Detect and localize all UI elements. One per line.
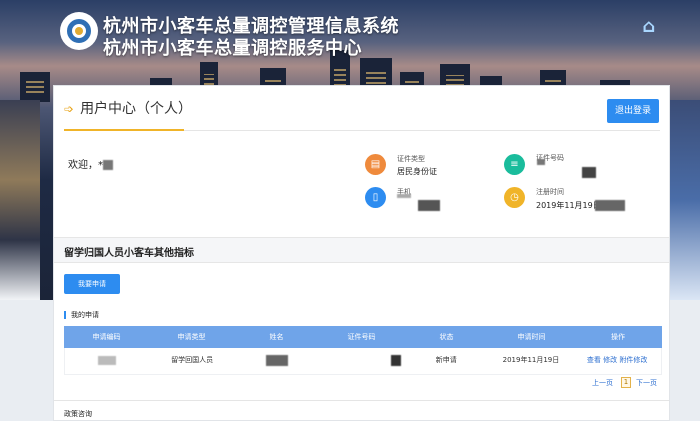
id-card-icon: ▤: [365, 154, 386, 175]
masked-id-number-part2: [582, 167, 596, 178]
masked-id-number-part1: [537, 159, 545, 165]
my-applications-label: 我的申请: [64, 311, 99, 319]
left-scenery-image: [0, 100, 40, 300]
masked-name: [103, 160, 113, 170]
masked-app-code: [98, 355, 117, 365]
view-link[interactable]: 查看: [587, 356, 601, 364]
user-center-heading: ➩ 用户中心（个人）: [64, 98, 192, 118]
masked-phone-part2: [418, 200, 440, 211]
col-app-code: 申请编码: [92, 333, 121, 341]
cell-app-time: 2019年11月19日: [502, 356, 560, 364]
col-id-number: 证件号码: [347, 333, 376, 341]
col-app-type: 申请类型: [177, 333, 206, 341]
city-emblem-icon: ⌂: [642, 16, 656, 37]
apply-button[interactable]: 我要申请: [64, 274, 120, 294]
policy-consult-heading: 政策咨询: [64, 410, 92, 418]
edit-link[interactable]: 修改: [603, 356, 617, 364]
masked-id-cell: [390, 354, 401, 366]
col-name: 姓名: [269, 333, 284, 341]
cell-actions: 查看 修改 附件修改: [573, 348, 661, 374]
masked-name-cell: [265, 354, 288, 366]
current-page[interactable]: 1: [621, 377, 631, 388]
cell-app-code: [65, 348, 150, 374]
id-type-value: 居民身份证: [397, 167, 437, 176]
table-row: 留学回国人员 新申请 2019年11月19日 查看 修改 附件修改: [64, 348, 662, 375]
section-header: 留学归国人员小客车其他指标: [54, 237, 669, 263]
section-title: 留学归国人员小客车其他指标: [64, 248, 194, 259]
attachment-edit-link[interactable]: 附件修改: [619, 356, 647, 364]
col-actions: 操作: [611, 333, 625, 341]
welcome-text: 欢迎，*: [68, 156, 113, 171]
masked-reg-time: [595, 200, 625, 211]
phone-icon: ▯: [365, 187, 386, 208]
user-center-title: 用户中心（个人）: [80, 101, 193, 117]
cell-id-number: [319, 348, 404, 374]
cell-status: 新申请: [435, 356, 457, 364]
id-number-icon: ≡: [504, 154, 525, 175]
cell-app-type: 留学回国人员: [171, 356, 214, 364]
system-subtitle: 杭州市小客车总量调控服务中心: [103, 38, 362, 59]
system-logo-icon: [60, 12, 98, 50]
col-status: 状态: [439, 333, 454, 341]
reg-time-label: 注册时间: [536, 188, 564, 196]
logout-button[interactable]: 退出登录: [607, 99, 659, 123]
masked-phone-part1: [397, 194, 411, 198]
cell-name: [234, 348, 319, 374]
reg-time-value: 2019年11月19日: [536, 201, 601, 210]
id-type-label: 证件类型: [397, 155, 425, 163]
prev-page-link[interactable]: 上一页: [592, 378, 613, 388]
table-header: 申请编码 申请类型 姓名 证件号码 状态 申请时间 操作: [64, 326, 662, 348]
col-app-time: 申请时间: [517, 333, 546, 341]
next-page-link[interactable]: 下一页: [636, 378, 657, 388]
arrow-right-icon: ➩: [64, 102, 75, 116]
title-underline: [64, 129, 184, 131]
welcome-label: 欢迎，*: [68, 160, 103, 171]
divider: [54, 400, 669, 401]
user-center-panel: ➩ 用户中心（个人） 退出登录 欢迎，* ▤ 证件类型 居民身份证 ≡ 证件号码 …: [53, 85, 670, 421]
clock-icon: ◷: [504, 187, 525, 208]
applications-table: 申请编码 申请类型 姓名 证件号码 状态 申请时间 操作 留学回国人员 新申请 …: [64, 326, 662, 375]
